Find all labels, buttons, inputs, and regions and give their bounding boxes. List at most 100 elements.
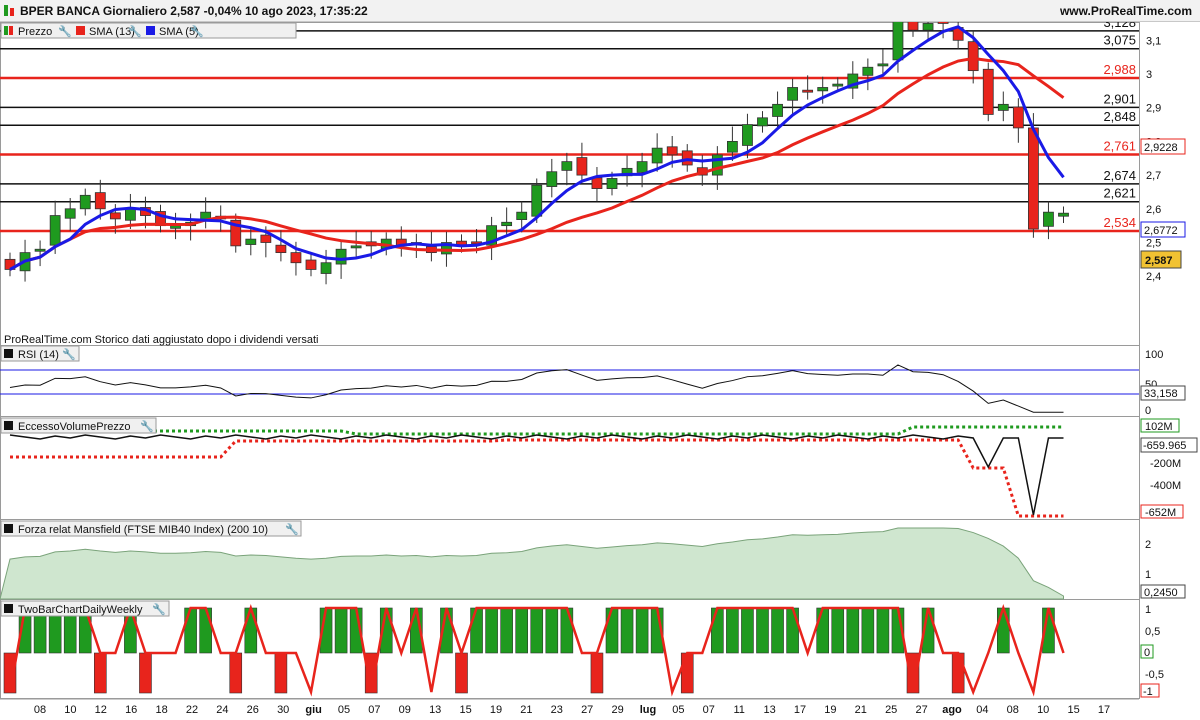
candle: [516, 211, 528, 220]
candle: [967, 41, 979, 72]
mansfield-legend[interactable]: Forza relat Mansfield (FTSE MIB40 Index)…: [0, 520, 302, 537]
sma5-badge-text: 2,6772: [1144, 225, 1178, 237]
twobar-bar-up: [876, 607, 890, 654]
rsi-tick-100: 100: [1145, 349, 1163, 361]
rsi-badge: 33,158: [1144, 388, 1178, 400]
candle: [290, 252, 302, 264]
volume-line: [9, 434, 1064, 516]
twobar-badge-neg: -1: [1143, 686, 1153, 698]
wrench-icon[interactable]: 🔧: [140, 419, 154, 433]
candle: [34, 248, 46, 252]
twobar-bar-up: [771, 607, 784, 654]
sma13-line: [9, 56, 1065, 271]
candle: [742, 124, 753, 146]
level-label-red: 2,761: [1103, 139, 1136, 154]
twobar-bar-down: [274, 652, 288, 694]
date-label: ago: [942, 704, 962, 716]
wrench-icon[interactable]: 🔧: [58, 24, 72, 38]
wrench-icon[interactable]: 🔧: [152, 602, 166, 616]
date-label: giu: [305, 704, 322, 716]
volume-badge-low: -652M: [1145, 507, 1176, 519]
candle: [802, 89, 814, 93]
price-legend[interactable]: Prezzo 🔧 SMA (13) 🔧 SMA (5) 🔧: [0, 22, 297, 39]
date-label: 27: [915, 704, 927, 716]
price-tick: 2,6: [1146, 204, 1161, 216]
date-label: 15: [1067, 704, 1079, 716]
legend-volume: EccessoVolumePrezzo: [18, 421, 131, 433]
date-label: 26: [247, 704, 259, 716]
twobar-tick-05: 0,5: [1145, 626, 1160, 638]
candle: [727, 140, 738, 153]
twobar-bar-up: [199, 607, 212, 654]
wrench-icon[interactable]: 🔧: [285, 522, 299, 536]
candle: [1058, 212, 1069, 217]
date-label: lug: [640, 704, 657, 716]
wrench-icon[interactable]: 🔧: [128, 24, 142, 38]
twobar-bar-up: [816, 607, 830, 654]
candles: [4, 22, 1069, 285]
twobar-bar-up: [500, 607, 513, 654]
date-axis: 08 10 12 16 18 22 24 26 30 giu 05 07 09 13 15 19 21 23 27 2…: [0, 698, 1139, 716]
candle: [305, 259, 317, 270]
date-label: 17: [794, 704, 806, 716]
twobar-tick-1: 1: [1145, 604, 1151, 616]
candle: [170, 225, 181, 229]
twobar-bar-up: [515, 607, 529, 654]
rsi-legend[interactable]: RSI (14) 🔧: [0, 345, 80, 362]
chart-area[interactable]: 3,23,132,92,82,72,62,52,4 3,1283,0752,90…: [0, 22, 1200, 720]
date-label: 13: [429, 704, 441, 716]
date-label: 04: [976, 704, 988, 716]
volume-badge-mid: -659.965: [1143, 440, 1186, 452]
candle: [591, 177, 603, 189]
twobar-bar-up: [244, 607, 258, 654]
date-label: 05: [338, 704, 350, 716]
twobar-bar-down: [680, 652, 694, 694]
date-label: 07: [703, 704, 715, 716]
candle: [636, 161, 648, 173]
wrench-icon[interactable]: 🔧: [62, 347, 76, 361]
candle: [49, 215, 61, 246]
date-label: 30: [277, 704, 289, 716]
twobar-bar-up: [786, 607, 799, 654]
wrench-icon[interactable]: 🔧: [190, 24, 204, 38]
price-tick: 2,7: [1146, 170, 1161, 182]
candle: [275, 244, 287, 254]
mansfield-area: [0, 527, 1064, 600]
legend-price: Prezzo: [18, 26, 52, 38]
volume-tick-200: -200M: [1150, 458, 1181, 470]
candle: [937, 22, 949, 24]
candle: [576, 157, 588, 176]
volume-dotted-green: [10, 425, 1064, 436]
twobar-legend[interactable]: TwoBarChartDailyWeekly 🔧: [0, 600, 170, 617]
date-label: 25: [885, 704, 897, 716]
level-labels: 3,128 3,075 2,901 2,848 2,674 2,621 2,988 2,761…: [1103, 22, 1136, 230]
legend-mansfield: Forza relat Mansfield (FTSE MIB40 Index)…: [18, 524, 268, 536]
candle: [1012, 106, 1024, 129]
candle: [787, 87, 798, 101]
twobar-bar-up: [726, 607, 739, 654]
candle: [832, 83, 844, 87]
candle: [561, 161, 573, 171]
candle: [982, 68, 994, 115]
date-label: 16: [125, 704, 137, 716]
volume-legend[interactable]: EccessoVolumePrezzo 🔧: [0, 417, 157, 434]
candle: [892, 22, 904, 61]
price-tick: 3,1: [1146, 35, 1161, 47]
chart-icon: [4, 5, 14, 16]
title-bar: BPER BANCA Giornaliero 2,587 -0,04% 10 a…: [0, 0, 1200, 22]
twobar-bar-down: [455, 652, 468, 694]
date-label: 13: [763, 704, 775, 716]
candle: [501, 221, 513, 227]
price-badge-text: 2,587: [1145, 255, 1173, 267]
candle: [125, 208, 136, 221]
date-label: 24: [216, 704, 228, 716]
candle: [907, 22, 919, 31]
candle: [922, 23, 934, 31]
level-label: 2,901: [1103, 91, 1136, 106]
candle: [757, 117, 768, 127]
price-tick: 2,4: [1146, 271, 1161, 283]
site-name: www.ProRealTime.com: [1059, 4, 1192, 18]
candle: [109, 212, 121, 220]
date-label: 21: [520, 704, 532, 716]
candle: [997, 103, 1009, 111]
